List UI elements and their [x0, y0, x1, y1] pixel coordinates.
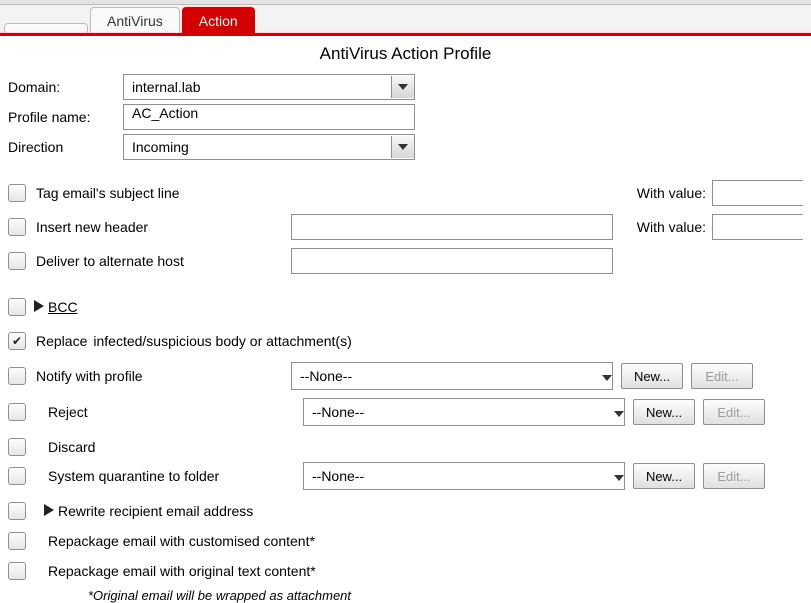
tab-blank[interactable]	[4, 23, 88, 33]
chevron-down-icon[interactable]	[614, 404, 624, 420]
tab-action[interactable]: Action	[182, 7, 255, 33]
checkbox-replace[interactable]	[8, 332, 26, 350]
checkbox-insert-header[interactable]	[8, 218, 26, 236]
reject-new-button[interactable]: New...	[633, 399, 695, 425]
profile-name-label: Profile name:	[8, 109, 123, 125]
label-repackage-original: Repackage email with original text conte…	[36, 563, 316, 579]
checkbox-repackage-custom[interactable]	[8, 532, 26, 550]
checkbox-discard[interactable]	[8, 438, 26, 456]
with-value-input-1[interactable]	[712, 180, 803, 206]
direction-value: Incoming	[124, 139, 391, 155]
expand-icon-rewrite[interactable]	[44, 503, 54, 519]
direction-select[interactable]: Incoming	[123, 134, 415, 160]
checkbox-sys-quarantine[interactable]	[8, 467, 26, 485]
with-value-label-2: With value:	[637, 219, 706, 235]
notify-profile-select[interactable]: --None--	[291, 362, 613, 390]
label-replace-suffix: infected/suspicious body or attachment(s…	[93, 333, 351, 349]
reject-edit-button: Edit...	[703, 399, 765, 425]
sys-quarantine-select[interactable]: --None--	[303, 462, 625, 490]
checkbox-deliver-alt-host[interactable]	[8, 252, 26, 270]
reject-select[interactable]: --None--	[303, 398, 625, 426]
checkbox-notify-profile[interactable]	[8, 367, 26, 385]
with-value-input-2[interactable]	[712, 214, 803, 240]
label-rewrite-recipient: Rewrite recipient email address	[58, 503, 253, 519]
checkbox-tag-subject[interactable]	[8, 184, 26, 202]
sys-quarantine-edit-button: Edit...	[703, 463, 765, 489]
label-bcc[interactable]: BCC	[48, 299, 78, 315]
direction-label: Direction	[8, 139, 123, 155]
domain-value: internal.lab	[124, 79, 391, 95]
chevron-down-icon[interactable]	[614, 468, 624, 484]
profile-name-input[interactable]: AC_Action	[123, 104, 415, 130]
label-notify-profile: Notify with profile	[36, 368, 291, 384]
reject-value: --None--	[304, 404, 614, 420]
notify-new-button[interactable]: New...	[621, 363, 683, 389]
page-title: AntiVirus Action Profile	[0, 44, 811, 64]
tab-bar: AntiVirus Action	[0, 5, 811, 36]
with-value-label-1: With value:	[637, 185, 706, 201]
chevron-down-icon[interactable]	[391, 136, 414, 158]
sys-quarantine-new-button[interactable]: New...	[633, 463, 695, 489]
domain-label: Domain:	[8, 79, 123, 95]
label-reject: Reject	[36, 404, 303, 420]
chevron-down-icon[interactable]	[391, 76, 414, 98]
label-tag-subject: Tag email's subject line	[36, 185, 291, 201]
label-deliver-alt-host: Deliver to alternate host	[36, 253, 291, 269]
checkbox-bcc[interactable]	[8, 298, 26, 316]
footnote: *Original email will be wrapped as attac…	[88, 588, 803, 603]
deliver-alt-host-input[interactable]	[291, 248, 613, 274]
domain-select[interactable]: internal.lab	[123, 74, 415, 100]
notify-profile-value: --None--	[292, 368, 602, 384]
chevron-down-icon[interactable]	[602, 368, 612, 384]
checkbox-repackage-original[interactable]	[8, 562, 26, 580]
checkbox-reject[interactable]	[8, 403, 26, 421]
tab-antivirus[interactable]: AntiVirus	[90, 7, 180, 33]
label-replace-prefix: Replace	[36, 333, 87, 349]
sys-quarantine-value: --None--	[304, 468, 614, 484]
insert-header-input[interactable]	[291, 214, 613, 240]
label-sys-quarantine: System quarantine to folder	[36, 468, 303, 484]
label-insert-header: Insert new header	[36, 219, 291, 235]
expand-icon-bcc[interactable]	[34, 299, 44, 315]
label-repackage-custom: Repackage email with customised content*	[36, 533, 315, 549]
checkbox-rewrite-recipient[interactable]	[8, 502, 26, 520]
notify-edit-button: Edit...	[691, 363, 753, 389]
label-discard: Discard	[36, 439, 303, 455]
